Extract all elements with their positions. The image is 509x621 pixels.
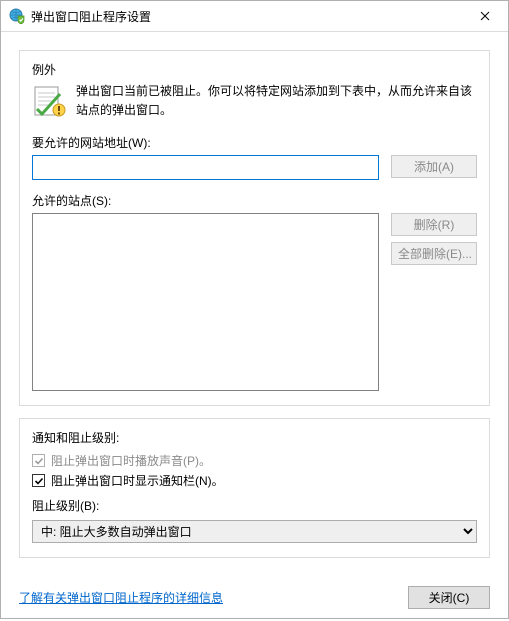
- exceptions-description: 弹出窗口当前已被阻止。你可以将特定网站添加到下表中，从而允许来自该站点的弹出窗口…: [76, 82, 477, 120]
- address-input[interactable]: [32, 155, 379, 180]
- remove-all-button[interactable]: 全部删除(E)...: [391, 242, 477, 265]
- block-level-label: 阻止级别(B):: [32, 497, 477, 514]
- show-bar-label: 阻止弹出窗口时显示通知栏(N)。: [51, 472, 224, 489]
- remove-button[interactable]: 删除(R): [391, 213, 477, 236]
- dialog-content: 例外 弹出窗口当前已被阻止。你可以将特定网站添加到下表中，从而允许来自该站点的弹…: [1, 32, 508, 582]
- window-title: 弹出窗口阻止程序设置: [31, 8, 462, 25]
- add-button[interactable]: 添加(A): [391, 155, 477, 178]
- window-close-button[interactable]: [462, 1, 508, 32]
- globe-shield-icon: [9, 8, 25, 24]
- play-sound-checkbox: [32, 454, 45, 467]
- allowed-sites-list[interactable]: [32, 213, 379, 391]
- play-sound-label: 阻止弹出窗口时播放声音(P)。: [51, 452, 211, 469]
- notify-level-legend: 通知和阻止级别:: [32, 429, 477, 446]
- exceptions-group: 例外 弹出窗口当前已被阻止。你可以将特定网站添加到下表中，从而允许来自该站点的弹…: [19, 50, 490, 406]
- notify-level-group: 通知和阻止级别: 阻止弹出窗口时播放声音(P)。 阻止弹出窗口时显示通知栏(N)…: [19, 418, 490, 558]
- learn-more-link[interactable]: 了解有关弹出窗口阻止程序的详细信息: [19, 589, 223, 606]
- show-bar-row: 阻止弹出窗口时显示通知栏(N)。: [32, 472, 477, 489]
- note-exclaim-icon: [32, 84, 66, 118]
- exceptions-legend: 例外: [32, 61, 477, 78]
- close-icon: [480, 8, 490, 24]
- dialog-footer: 了解有关弹出窗口阻止程序的详细信息 关闭(C): [1, 582, 508, 621]
- show-bar-checkbox[interactable]: [32, 474, 45, 487]
- close-button[interactable]: 关闭(C): [408, 586, 490, 609]
- play-sound-row: 阻止弹出窗口时播放声音(P)。: [32, 452, 477, 469]
- title-bar: 弹出窗口阻止程序设置: [1, 1, 508, 32]
- block-level-select[interactable]: 中: 阻止大多数自动弹出窗口: [32, 520, 477, 543]
- address-label: 要允许的网站地址(W):: [32, 134, 477, 151]
- allowed-sites-label: 允许的站点(S):: [32, 192, 477, 209]
